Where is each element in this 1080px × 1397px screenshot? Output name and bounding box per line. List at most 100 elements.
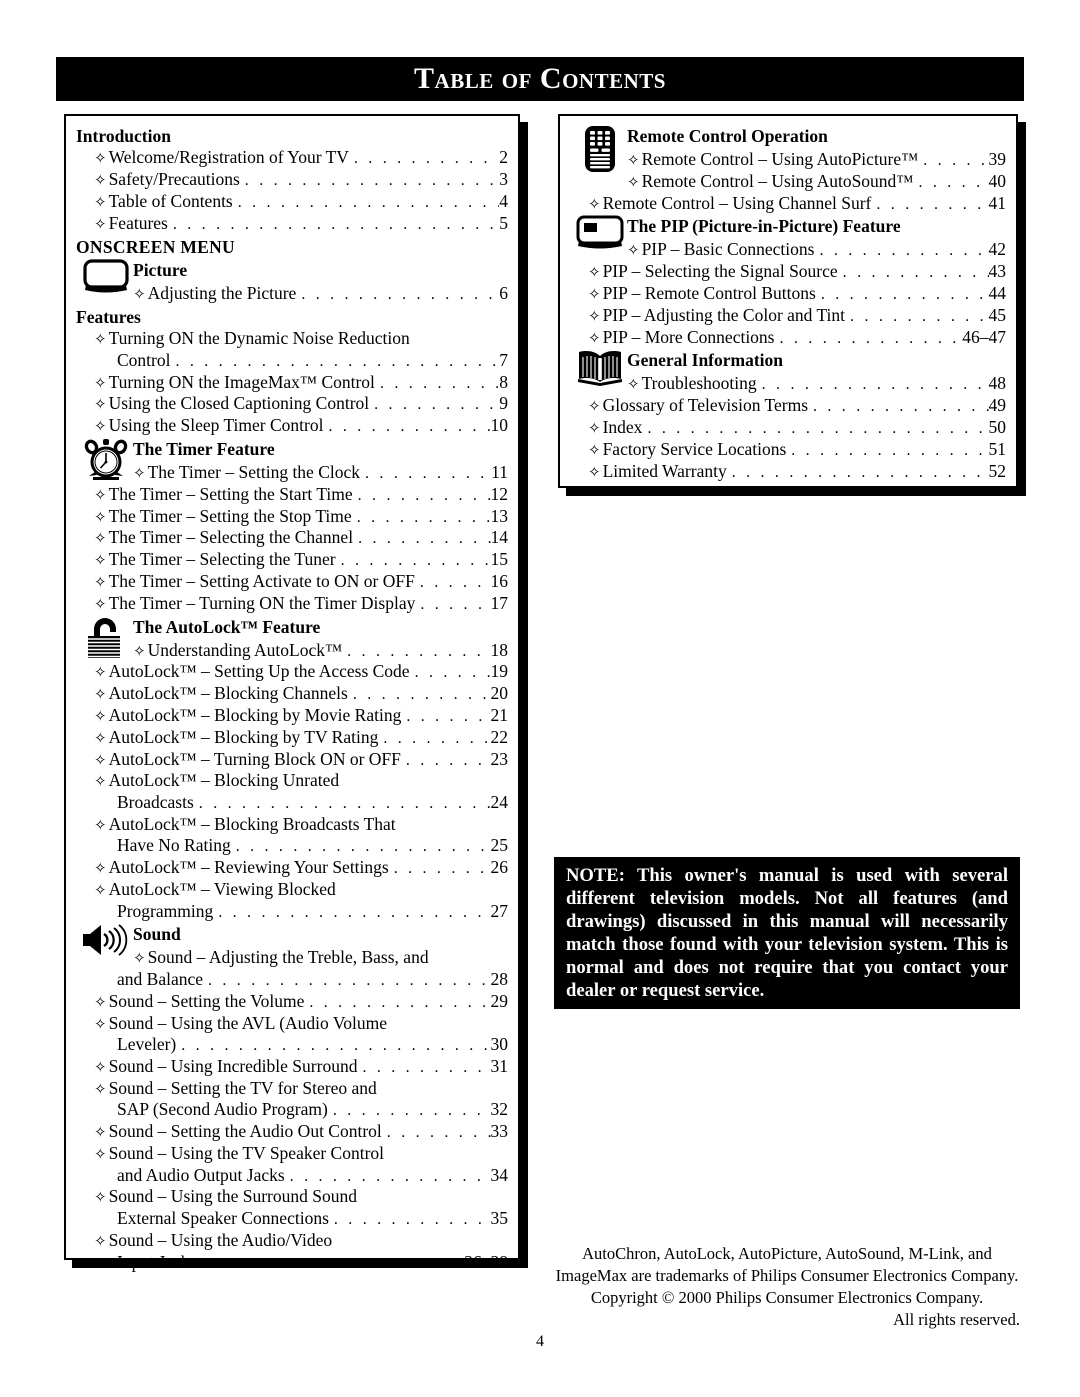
- alarm-clock-icon: [80, 438, 132, 482]
- toc-entry[interactable]: ✧ Remote Control – Using AutoSound™. . . …: [570, 171, 1006, 193]
- toc-entry-label: External Speaker Connections: [117, 1208, 329, 1229]
- toc-entry[interactable]: ✧ Sound – Using the Surround Sound: [76, 1186, 508, 1208]
- toc-entry-label: PIP – Adjusting the Color and Tint: [602, 304, 846, 325]
- diamond-bullet-icon: ✧: [133, 286, 146, 303]
- toc-entry[interactable]: ✧ AutoLock™ – Turning Block ON or OFF. . …: [76, 749, 508, 771]
- toc-entry-page-number: 23: [490, 748, 509, 769]
- dot-leader: . . . . . . . . . . . . . . . . . . . . …: [405, 751, 491, 769]
- diamond-bullet-icon: ✧: [94, 1147, 107, 1164]
- toc-entry[interactable]: ✧ Features. . . . . . . . . . . . . . . .…: [76, 213, 508, 235]
- toc-entry[interactable]: ✧ AutoLock™ – Blocking Channels. . . . . …: [76, 683, 508, 705]
- toc-entry[interactable]: External Speaker Connections. . . . . . …: [76, 1208, 508, 1230]
- toc-entry-page-number: 30: [490, 1034, 509, 1055]
- toc-entry[interactable]: ✧ Sound – Using the TV Speaker Control: [76, 1143, 508, 1165]
- toc-entry[interactable]: ✧ Troubleshooting. . . . . . . . . . . . …: [570, 373, 1006, 395]
- toc-entry[interactable]: ✧ AutoLock™ – Viewing Blocked: [76, 879, 508, 901]
- toc-entry[interactable]: ✧ Sound – Setting the TV for Stereo and: [76, 1078, 508, 1100]
- toc-entry[interactable]: ✧ Glossary of Television Terms . . . . . .…: [570, 395, 1006, 417]
- diamond-bullet-icon: ✧: [94, 1125, 107, 1142]
- toc-entry[interactable]: ✧ Factory Service Locations. . . . . . . …: [570, 439, 1006, 461]
- toc-entry-page-number: 48: [988, 373, 1007, 394]
- toc-entry[interactable]: ✧ Understanding AutoLock™. . . . . . . . …: [76, 640, 508, 662]
- toc-entry[interactable]: and Balance . . . . . . . . . . . . . . .…: [76, 969, 508, 991]
- toc-entry-label: Factory Service Locations: [602, 438, 787, 459]
- toc-entry-label: Sound – Adjusting the Treble, Bass, and: [147, 947, 429, 968]
- toc-entry[interactable]: ✧ AutoLock™ – Blocking Unrated: [76, 770, 508, 792]
- toc-entry[interactable]: and Audio Output Jacks. . . . . . . . . …: [76, 1165, 508, 1187]
- dot-leader: . . . . . . . . . . . . . . . . . . . . …: [820, 285, 989, 303]
- diamond-bullet-icon: ✧: [588, 308, 601, 325]
- toc-entry[interactable]: ✧ Sound – Using the Audio/Video: [76, 1230, 508, 1252]
- toc-section-heading: General Information: [627, 350, 784, 371]
- trademark-footer: AutoChron, AutoLock, AutoPicture, AutoSo…: [554, 1243, 1020, 1331]
- toc-entry[interactable]: ✧ Sound – Using Incredible Surround. . . …: [76, 1056, 508, 1078]
- toc-entry[interactable]: ✧ The Timer – Selecting the Channel. . . …: [76, 527, 508, 549]
- pip-tv-icon: [574, 215, 626, 251]
- toc-entry[interactable]: ✧ The Timer – Setting the Clock. . . . . …: [76, 462, 508, 484]
- toc-entry[interactable]: ✧ PIP – Remote Control Buttons. . . . . .…: [570, 283, 1006, 305]
- toc-entry[interactable]: ✧ Sound – Using the AVL (Audio Volume: [76, 1013, 508, 1035]
- toc-entry[interactable]: ✧ Turning ON the ImageMax™ Control. . . .…: [76, 372, 508, 394]
- toc-entry[interactable]: ✧ PIP – More Connections. . . . . . . . .…: [570, 327, 1006, 349]
- toc-entry[interactable]: ✧ Welcome/Registration of Your TV. . . . …: [76, 147, 508, 169]
- toc-entry[interactable]: ✧ Sound – Setting the Volume. . . . . . .…: [76, 991, 508, 1013]
- dot-leader: . . . . . . . . . . . . . . . . . . . . …: [420, 595, 490, 613]
- toc-entry[interactable]: ✧ The Timer – Turning ON the Timer Displa…: [76, 593, 508, 615]
- toc-entry[interactable]: ✧ AutoLock™ – Blocking by Movie Rating. .…: [76, 705, 508, 727]
- toc-entry[interactable]: ✧ AutoLock™ – Reviewing Your Settings. . …: [76, 857, 508, 879]
- trademark-line: All rights reserved.: [893, 1309, 1020, 1329]
- toc-entry-label: AutoLock™ – Blocking by Movie Rating: [108, 704, 402, 725]
- toc-entry-page-number: 29: [490, 990, 509, 1011]
- toc-entry[interactable]: ✧ The Timer – Setting the Stop Time. . . …: [76, 506, 508, 528]
- toc-entry[interactable]: ✧ Sound – Adjusting the Treble, Bass, and: [76, 947, 508, 969]
- page-title: Table of Contents: [414, 62, 666, 95]
- diamond-bullet-icon: ✧: [133, 465, 146, 482]
- toc-entry-page-number: 45: [988, 304, 1007, 325]
- dot-leader: . . . . . . . . . . . . . . . . . . . . …: [309, 993, 490, 1011]
- toc-entry-label: Safety/Precautions: [108, 169, 240, 190]
- toc-entry-label: The Timer – Setting the Clock: [147, 461, 361, 482]
- toc-entry[interactable]: Control. . . . . . . . . . . . . . . . .…: [76, 350, 508, 372]
- toc-entry[interactable]: ✧ Remote Control – Using AutoPicture™. . …: [570, 149, 1006, 171]
- toc-entry[interactable]: ✧ Using the Closed Captioning Control. . …: [76, 393, 508, 415]
- toc-section-with-icon: General Information: [570, 349, 1006, 387]
- toc-entry[interactable]: ✧ Index. . . . . . . . . . . . . . . . . …: [570, 417, 1006, 439]
- toc-entry[interactable]: ✧ The Timer – Selecting the Tuner. . . . …: [76, 549, 508, 571]
- remote-control-icon: [574, 125, 626, 173]
- toc-entry-page-number: 22: [490, 726, 509, 747]
- toc-entry-label: AutoLock™ – Turning Block ON or OFF: [108, 748, 401, 769]
- toc-entry[interactable]: ✧ Safety/Precautions. . . . . . . . . . .…: [76, 169, 508, 191]
- toc-entry[interactable]: Input Jacks. . . . . . . . . . . . . . .…: [76, 1252, 508, 1274]
- toc-entry[interactable]: Leveler). . . . . . . . . . . . . . . . …: [76, 1034, 508, 1056]
- toc-entry-label: Using the Closed Captioning Control: [108, 393, 370, 414]
- toc-entry[interactable]: ✧ PIP – Selecting the Signal Source. . . …: [570, 261, 1006, 283]
- toc-entry[interactable]: ✧ PIP – Basic Connections. . . . . . . . …: [570, 239, 1006, 261]
- toc-entry[interactable]: Have No Rating. . . . . . . . . . . . . …: [76, 835, 508, 857]
- toc-entry[interactable]: ✧ AutoLock™ – Setting Up the Access Code.…: [76, 661, 508, 683]
- toc-entry[interactable]: ✧ Sound – Setting the Audio Out Control. …: [76, 1121, 508, 1143]
- dot-leader: . . . . . . . . . . . . . . . . . . . . …: [386, 1124, 491, 1142]
- diamond-bullet-icon: ✧: [94, 730, 107, 747]
- toc-entry-page-number: 32: [490, 1099, 509, 1120]
- toc-entry[interactable]: ✧ The Timer – Setting the Start Time. . .…: [76, 484, 508, 506]
- toc-entry[interactable]: ✧ PIP – Adjusting the Color and Tint. . .…: [570, 305, 1006, 327]
- toc-entry[interactable]: ✧ The Timer – Setting Activate to ON or O…: [76, 571, 508, 593]
- toc-entry-page-number: 25: [490, 835, 509, 856]
- toc-entry-label: Input Jacks: [117, 1251, 197, 1272]
- toc-entry[interactable]: ✧ Turning ON the Dynamic Noise Reduction: [76, 328, 508, 350]
- toc-entry[interactable]: ✧ Remote Control – Using Channel Surf. . …: [570, 193, 1006, 215]
- toc-entry[interactable]: ✧ AutoLock™ – Blocking Broadcasts That: [76, 814, 508, 836]
- toc-entry[interactable]: ✧ Using the Sleep Timer Control. . . . . …: [76, 415, 508, 437]
- toc-right-column-box: Remote Control Operation ✧ Remote Control …: [558, 114, 1018, 488]
- toc-entry[interactable]: SAP (Second Audio Program). . . . . . . …: [76, 1099, 508, 1121]
- toc-section-heading: Features: [76, 306, 141, 327]
- diamond-bullet-icon: ✧: [94, 774, 107, 791]
- toc-entry[interactable]: ✧ Adjusting the Picture. . . . . . . . . …: [76, 283, 508, 305]
- toc-entry[interactable]: ✧ Limited Warranty. . . . . . . . . . . .…: [570, 461, 1006, 483]
- toc-entry[interactable]: ✧ AutoLock™ – Blocking by TV Rating. . . …: [76, 727, 508, 749]
- toc-entry-page-number: 36–38: [464, 1251, 508, 1272]
- dot-leader: . . . . . . . . . . . . . . . . . . . . …: [842, 264, 989, 282]
- toc-entry[interactable]: Programming. . . . . . . . . . . . . . .…: [76, 901, 508, 923]
- toc-entry[interactable]: Broadcasts. . . . . . . . . . . . . . . …: [76, 792, 508, 814]
- toc-entry[interactable]: ✧ Table of Contents. . . . . . . . . . . …: [76, 191, 508, 213]
